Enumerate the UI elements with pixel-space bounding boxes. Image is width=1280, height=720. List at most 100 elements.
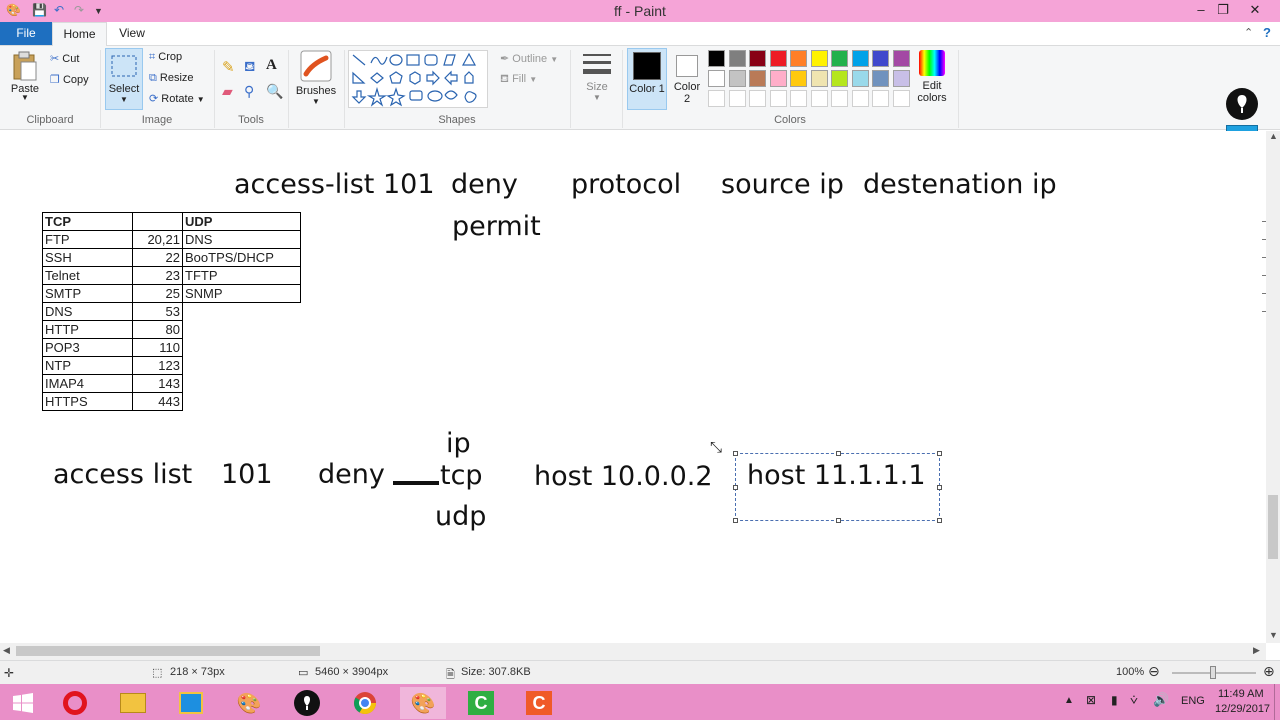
fill-button[interactable]: ⛾ Fill ▼ (500, 73, 537, 87)
opera-taskbar-icon[interactable] (52, 687, 98, 719)
network-icon[interactable]: ⊠ (1086, 693, 1096, 707)
custom-color-slot[interactable] (831, 90, 848, 107)
palette-swatch[interactable] (728, 70, 746, 87)
magnifier-icon[interactable]: 🔍 (266, 83, 283, 100)
palette-swatch[interactable] (708, 50, 725, 67)
custom-color-slot[interactable] (749, 90, 766, 107)
chrome-taskbar-icon[interactable] (342, 687, 388, 719)
pen-taskbar-icon[interactable] (284, 687, 330, 719)
palette-swatch[interactable] (810, 50, 828, 67)
tab-home[interactable]: Home (52, 22, 107, 47)
copy-button[interactable]: ❐ Copy (50, 73, 89, 86)
edit-colors-button[interactable]: Edit colors (914, 50, 950, 104)
resize-handle[interactable] (937, 485, 942, 490)
restore-button[interactable]: ❐ (1208, 2, 1238, 18)
zoom-out-icon[interactable]: ⊖ (1148, 663, 1160, 680)
palette-swatch[interactable] (872, 50, 889, 67)
zoom-in-icon[interactable]: ⊕ (1263, 663, 1275, 680)
custom-color-slot[interactable] (790, 90, 807, 107)
drawing-canvas[interactable]: access-list 101 deny permit protocol sou… (0, 131, 1266, 643)
palette-swatch[interactable] (810, 70, 828, 87)
resize-handle[interactable] (836, 518, 841, 523)
palette-swatch[interactable] (831, 50, 848, 67)
battery-icon[interactable]: ▮ (1111, 693, 1118, 707)
store-taskbar-icon[interactable] (168, 687, 214, 719)
resize-button[interactable]: ⧉ Resize (149, 72, 194, 85)
volume-icon[interactable]: 🔊 (1153, 692, 1169, 708)
resize-handle[interactable] (836, 451, 841, 456)
horizontal-scrollbar[interactable]: ◀ ▶ (0, 643, 1266, 660)
outline-button[interactable]: ✒ Outline ▼ (500, 52, 558, 65)
resize-handle[interactable] (733, 485, 738, 490)
select-dropdown-icon[interactable]: ▼ (106, 95, 142, 104)
cut-button[interactable]: ✂ Cut (50, 52, 79, 65)
custom-color-slot[interactable] (728, 90, 746, 107)
show-desktop-button[interactable] (1274, 684, 1280, 720)
paint-taskbar-icon-active[interactable]: 🎨 (400, 687, 446, 719)
tab-file[interactable]: File (0, 22, 52, 45)
brushes-button[interactable]: Brushes ▼ (294, 50, 338, 106)
palette-swatch[interactable] (892, 50, 910, 67)
palette-swatch[interactable] (749, 70, 766, 87)
resize-handle[interactable] (733, 451, 738, 456)
eraser-icon[interactable]: ▰ (222, 83, 233, 100)
resize-handle[interactable] (733, 518, 738, 523)
help-icon[interactable]: ? (1263, 25, 1271, 40)
fill-bucket-icon[interactable]: ⛾ (244, 58, 255, 77)
file-explorer-taskbar-icon[interactable] (110, 687, 156, 719)
pen-nib-icon[interactable] (1226, 88, 1258, 120)
brushes-dropdown-icon[interactable]: ▼ (294, 97, 338, 106)
resize-handle[interactable] (937, 518, 942, 523)
paint-brush-taskbar-icon[interactable]: 🎨 (226, 687, 272, 719)
scroll-down-icon[interactable]: ▼ (1269, 630, 1278, 640)
selection-rectangle[interactable]: host 11.1.1.1 (733, 451, 942, 523)
close-button[interactable]: ✕ (1240, 2, 1270, 18)
palette-swatch[interactable] (790, 50, 807, 67)
palette-swatch[interactable] (872, 70, 889, 87)
custom-color-slot[interactable] (769, 90, 787, 107)
scroll-left-icon[interactable]: ◀ (3, 645, 10, 656)
custom-color-slot[interactable] (892, 90, 910, 107)
camtasia-orange-taskbar-icon[interactable]: C (516, 687, 562, 719)
palette-swatch[interactable] (851, 70, 869, 87)
collapse-ribbon-icon[interactable]: ⌃ (1244, 26, 1253, 39)
scroll-right-icon[interactable]: ▶ (1253, 645, 1260, 656)
resize-handle[interactable] (937, 451, 942, 456)
pencil-icon[interactable]: ✎ (222, 58, 235, 76)
tab-view[interactable]: View (112, 22, 152, 46)
palette-swatch[interactable] (769, 70, 787, 87)
language-indicator[interactable]: ENG (1181, 695, 1205, 707)
clock-date[interactable]: 12/29/2017 (1215, 703, 1270, 715)
vertical-scrollbar[interactable]: ▲ ▼ (1266, 131, 1280, 643)
horizontal-scroll-thumb[interactable] (16, 646, 320, 656)
scroll-up-icon[interactable]: ▲ (1269, 131, 1278, 141)
shapes-gallery[interactable] (348, 50, 488, 108)
custom-color-slot[interactable] (851, 90, 869, 107)
text-tool-icon[interactable]: A (266, 57, 277, 74)
rotate-button[interactable]: ⟳ Rotate ▼ (149, 92, 205, 105)
clock-time[interactable]: 11:49 AM (1218, 688, 1264, 700)
palette-swatch[interactable] (769, 50, 787, 67)
custom-color-slot[interactable] (872, 90, 889, 107)
palette-swatch[interactable] (708, 70, 725, 87)
palette-swatch[interactable] (790, 70, 807, 87)
custom-color-slot[interactable] (810, 90, 828, 107)
palette-swatch[interactable] (749, 50, 766, 67)
vertical-scroll-thumb[interactable] (1268, 495, 1278, 559)
zoom-slider-thumb[interactable] (1210, 666, 1216, 679)
size-button[interactable]: Size ▼ (580, 50, 614, 102)
show-hidden-icons-icon[interactable]: ▲ (1064, 695, 1074, 706)
paste-button[interactable]: Paste ▼ (8, 50, 42, 102)
color-picker-icon[interactable]: ⚲ (244, 83, 254, 100)
select-button[interactable]: Select ▼ (105, 48, 143, 110)
camtasia-green-taskbar-icon[interactable]: C (458, 687, 504, 719)
palette-swatch[interactable] (892, 70, 910, 87)
color1-button[interactable]: Color 1 (627, 48, 667, 110)
wifi-icon[interactable]: ⩒ (1130, 692, 1138, 708)
color2-button[interactable]: Color 2 (670, 48, 704, 110)
start-button[interactable] (0, 687, 46, 719)
crop-button[interactable]: ⌗ Crop (149, 51, 182, 64)
palette-swatch[interactable] (851, 50, 869, 67)
custom-color-slot[interactable] (708, 90, 725, 107)
palette-swatch[interactable] (831, 70, 848, 87)
